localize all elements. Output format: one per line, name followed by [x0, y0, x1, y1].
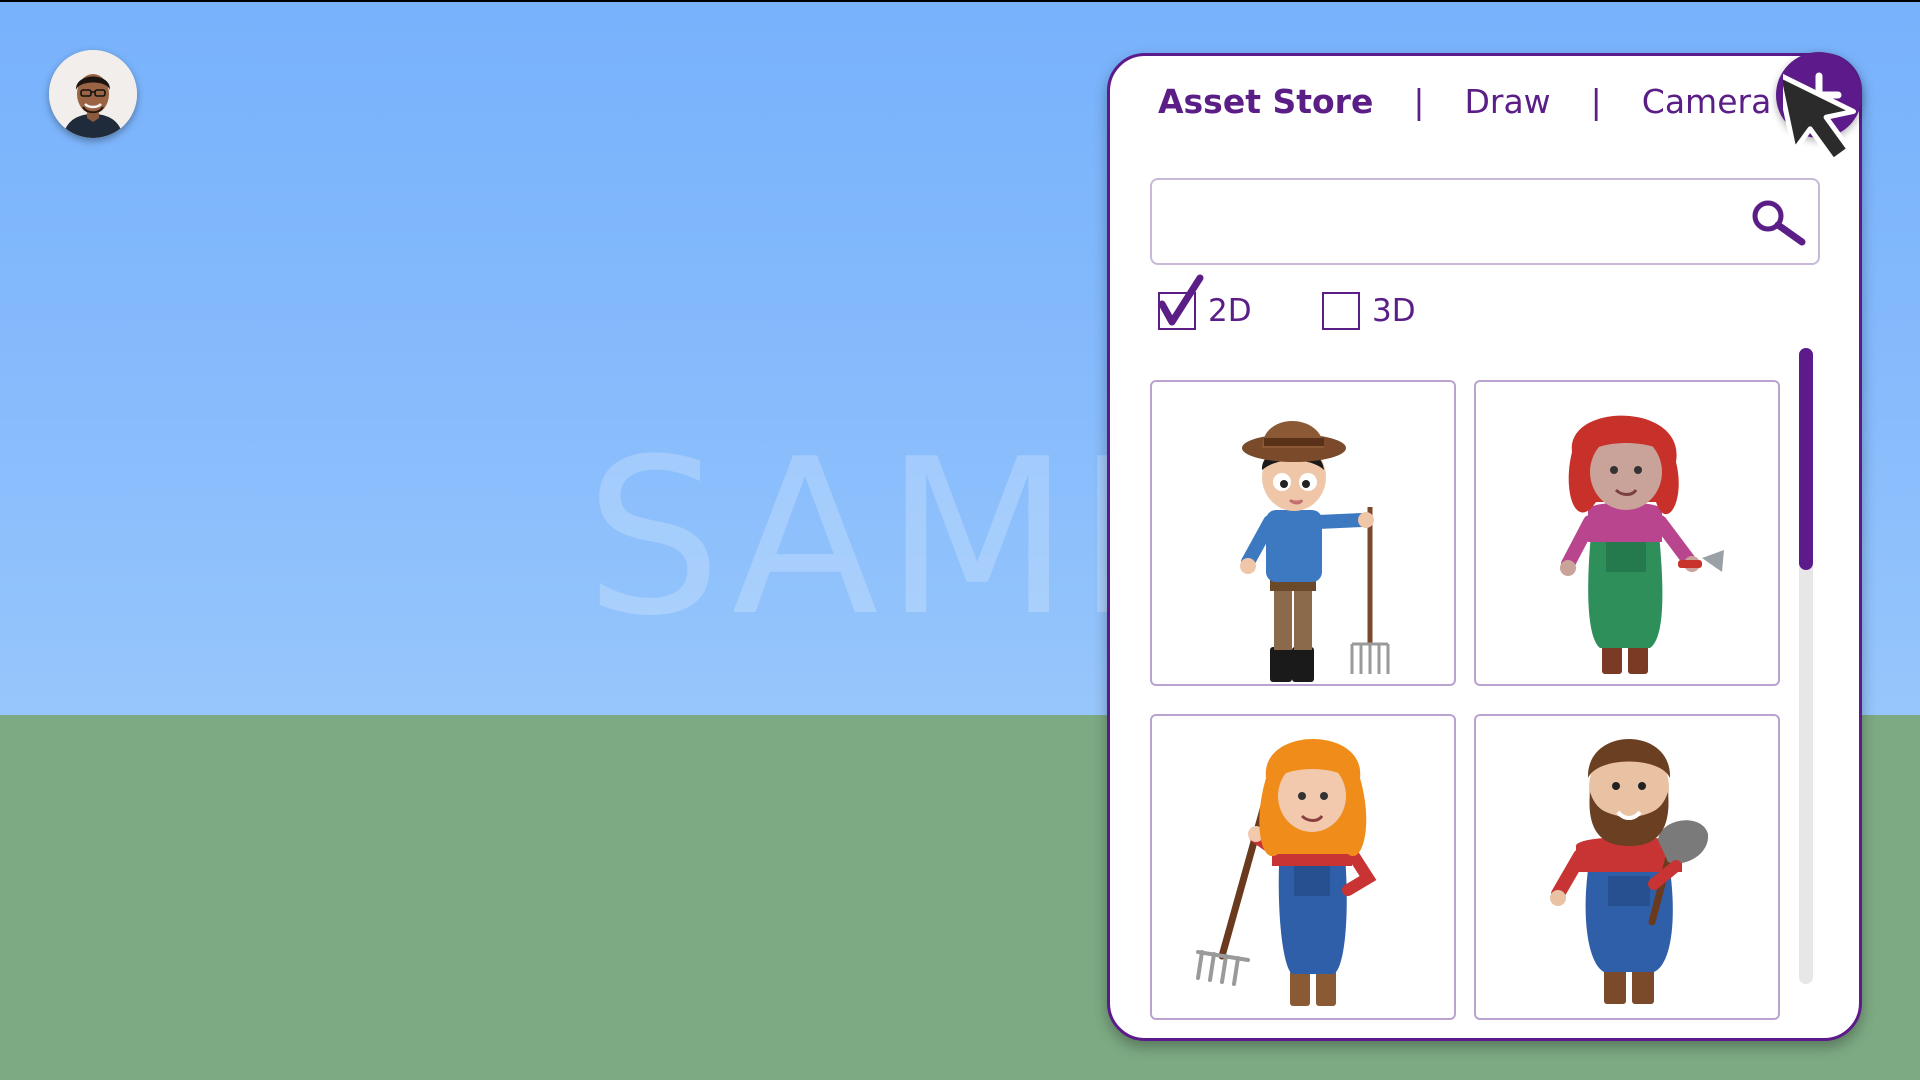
tab-separator: | [1590, 81, 1602, 121]
search-icon[interactable] [1748, 196, 1810, 248]
search-box [1150, 178, 1820, 265]
asset-card[interactable] [1150, 380, 1456, 686]
filter-3d-label: 3D [1372, 293, 1416, 329]
search-input[interactable] [1166, 194, 1730, 248]
bearded-farmer-with-shovel-icon [1550, 739, 1709, 1004]
mouse-cursor-icon [1783, 71, 1856, 164]
red-haired-farmer-with-trowel-icon [1560, 415, 1724, 674]
checkbox-checked-icon[interactable] [1158, 274, 1204, 330]
tab-draw[interactable]: Draw [1464, 82, 1550, 121]
tab-asset-store[interactable]: Asset Store [1158, 82, 1373, 121]
asset-card[interactable] [1474, 714, 1780, 1020]
asset-list-scrollbar[interactable] [1799, 348, 1813, 984]
avatar-portrait-icon [49, 50, 137, 138]
panel-tabs: Asset Store | Draw | Camera [1158, 76, 1771, 126]
app-scene: SAMPLE Asset Store | Draw | Camera 2D 3D [0, 0, 1920, 1080]
farmer-boy-with-pitchfork-icon [1240, 421, 1390, 682]
orange-haired-farmer-with-rake-icon [1196, 739, 1377, 1006]
filter-3d-checkbox[interactable]: 3D [1322, 286, 1416, 336]
asset-card[interactable] [1150, 714, 1456, 1020]
tab-separator: | [1413, 81, 1425, 121]
filter-2d-label: 2D [1208, 293, 1252, 329]
user-avatar[interactable] [49, 50, 137, 138]
asset-card[interactable] [1474, 380, 1780, 686]
checkbox-unchecked-icon[interactable] [1322, 292, 1360, 330]
tab-camera[interactable]: Camera [1642, 82, 1772, 121]
asset-panel: Asset Store | Draw | Camera 2D 3D [1107, 53, 1862, 1041]
scrollbar-thumb[interactable] [1799, 348, 1813, 570]
filter-2d-checkbox[interactable]: 2D [1158, 274, 1252, 336]
